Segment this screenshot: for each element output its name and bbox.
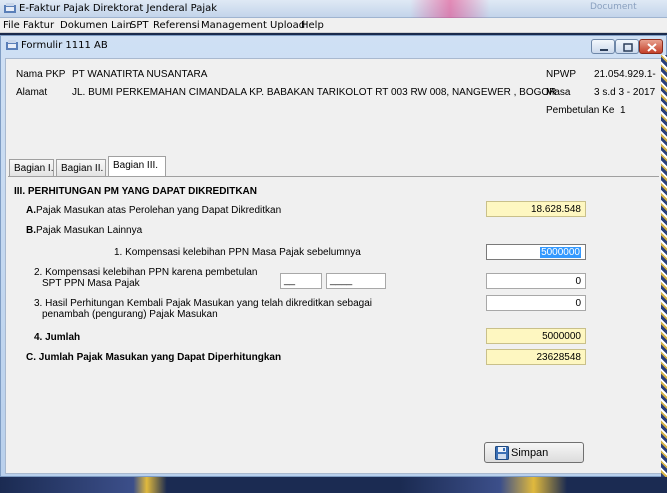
simpan-label: Simpan bbox=[511, 447, 549, 459]
app-title: E-Faktur Pajak Direktorat Jenderal Pajak bbox=[19, 3, 218, 14]
jumlah-field[interactable]: 5000000 bbox=[486, 328, 586, 344]
kompensasi-masa-sebelumnya-value: 5000000 bbox=[540, 247, 581, 258]
form-window-icon bbox=[6, 40, 18, 50]
background-text: Document bbox=[590, 2, 637, 12]
alamat-value: JL. BUMI PERKEMAHAN CIMANDALA KP. BABAKA… bbox=[72, 87, 557, 98]
pembetulan-tahun-input[interactable]: ____ bbox=[326, 273, 386, 289]
hasil-perhitungan-kembali-input[interactable]: 0 bbox=[486, 295, 586, 311]
npwp-label: NPWP bbox=[546, 69, 576, 80]
tab-bagian-1[interactable]: Bagian I. bbox=[9, 159, 54, 176]
section-title: III. PERHITUNGAN PM YANG DAPAT DIKREDITK… bbox=[14, 186, 257, 197]
menu-help[interactable]: Help bbox=[301, 20, 324, 31]
masa-label: Masa bbox=[546, 87, 571, 98]
row-a-label: Pajak Masukan atas Perolehan yang Dapat … bbox=[36, 205, 282, 216]
menu-management-upload[interactable]: Management Upload bbox=[201, 20, 305, 31]
menu-referensi[interactable]: Referensi bbox=[153, 20, 200, 31]
jumlah-pajak-masukan-field[interactable]: 23628548 bbox=[486, 349, 586, 365]
close-button[interactable] bbox=[639, 39, 663, 54]
row-b4-label: 4. Jumlah bbox=[34, 332, 81, 343]
pembetulan-value: 1 bbox=[620, 105, 626, 116]
pembetulan-label: Pembetulan Ke bbox=[546, 105, 615, 116]
maximize-button[interactable] bbox=[615, 39, 639, 54]
form-client-area: Nama PKP PT WANATIRTA NUSANTARA Alamat J… bbox=[5, 58, 662, 474]
row-b-label: Pajak Masukan Lainnya bbox=[36, 225, 143, 236]
row-b3-label-line2: penambah (pengurang) Pajak Masukan bbox=[42, 309, 218, 320]
minimize-button[interactable] bbox=[591, 39, 615, 54]
alamat-label: Alamat bbox=[16, 87, 48, 98]
tab-bagian-2[interactable]: Bagian II. bbox=[56, 159, 106, 176]
row-b2-label-line1: 2. Kompensasi kelebihan PPN karena pembe… bbox=[34, 267, 258, 278]
form-window: Formulir 1111 AB Nama PKP PT WANATIRTA N… bbox=[0, 35, 667, 477]
menu-file[interactable]: File bbox=[3, 20, 20, 31]
row-a-letter: A. bbox=[26, 205, 36, 216]
kompensasi-pembetulan-input[interactable]: 0 bbox=[486, 273, 586, 289]
desktop-background-strip bbox=[0, 477, 667, 493]
row-c-label: C. Jumlah Pajak Masukan yang Dapat Diper… bbox=[26, 352, 282, 363]
app-titlebar[interactable]: E-Faktur Pajak Direktorat Jenderal Pajak… bbox=[0, 0, 667, 18]
menu-dokumen-lain[interactable]: Dokumen Lain bbox=[60, 20, 132, 31]
nama-pkp-label: Nama PKP bbox=[16, 69, 66, 80]
nama-pkp-value: PT WANATIRTA NUSANTARA bbox=[72, 69, 208, 80]
floppy-disk-icon bbox=[495, 446, 509, 460]
form-title: Formulir 1111 AB bbox=[21, 40, 108, 51]
tab-label: Bagian I. bbox=[14, 163, 54, 174]
desktop-background-edge bbox=[661, 55, 667, 477]
row-b-letter: B. bbox=[26, 225, 36, 236]
tab-bagian-3[interactable]: Bagian III. bbox=[108, 156, 166, 176]
tab-label: Bagian III. bbox=[113, 160, 159, 171]
simpan-button[interactable]: Simpan bbox=[484, 442, 584, 463]
menu-bar: File Faktur Dokumen Lain SPT Referensi M… bbox=[0, 18, 667, 33]
form-titlebar[interactable]: Formulir 1111 AB bbox=[1, 36, 666, 56]
pajak-masukan-dikreditkan-field[interactable]: 18.628.548 bbox=[486, 201, 586, 217]
menu-faktur[interactable]: Faktur bbox=[23, 20, 54, 31]
row-b2-label-line2: SPT PPN Masa Pajak bbox=[42, 278, 140, 289]
npwp-value: 21.054.929.1- bbox=[594, 69, 656, 80]
kompensasi-masa-sebelumnya-input[interactable]: 5000000 bbox=[486, 244, 586, 260]
menu-spt[interactable]: SPT bbox=[130, 20, 149, 31]
pembetulan-masa-input[interactable]: __ bbox=[280, 273, 322, 289]
efaktur-app-icon bbox=[4, 3, 16, 13]
row-b3-label-line1: 3. Hasil Perhitungan Kembali Pajak Masuk… bbox=[34, 298, 372, 309]
background-decoration bbox=[410, 0, 490, 18]
close-icon bbox=[647, 43, 657, 52]
row-b1-label: 1. Kompensasi kelebihan PPN Masa Pajak s… bbox=[114, 247, 361, 258]
minimize-icon bbox=[600, 49, 608, 51]
maximize-icon bbox=[623, 43, 633, 52]
masa-value: 3 s.d 3 - 2017 bbox=[594, 87, 656, 98]
tab-label: Bagian II. bbox=[61, 163, 104, 174]
